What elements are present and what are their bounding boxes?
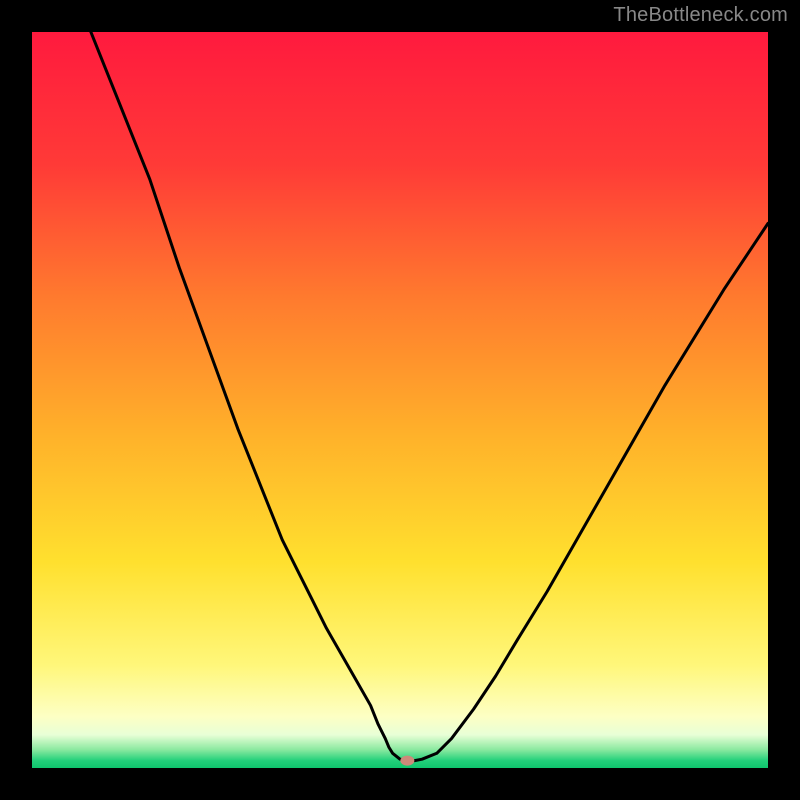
chart-frame: TheBottleneck.com [0,0,800,800]
watermark-text: TheBottleneck.com [613,4,788,27]
chart-svg [32,32,768,768]
plot-area [32,32,768,768]
min-point-marker [400,756,414,766]
